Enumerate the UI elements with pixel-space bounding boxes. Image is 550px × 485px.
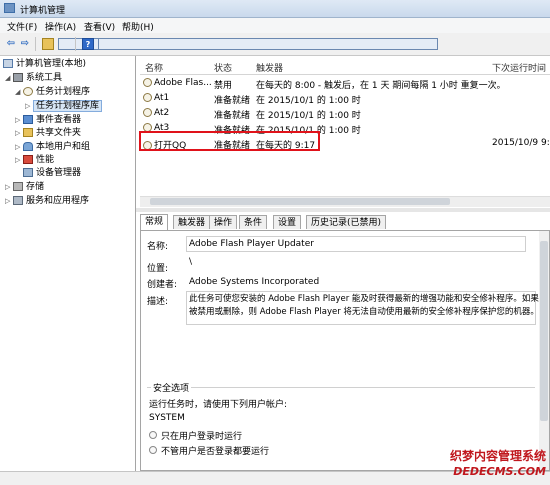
shared-folder-icon [23, 128, 33, 137]
device-manager-icon [23, 168, 33, 177]
tab-history[interactable]: 历史记录(已禁用) [306, 215, 387, 229]
description-text: 此任务可使您安装的 Adobe Flash Player 能及时获得最新的增强功… [189, 294, 539, 317]
help-icon[interactable]: ? [82, 38, 94, 50]
forward-arrow-icon[interactable]: ⇨ [19, 38, 31, 50]
event-viewer-icon [23, 115, 33, 124]
collapse-arrow-icon[interactable]: ◢ [5, 72, 13, 85]
title-bar: 计算机管理 [0, 0, 550, 18]
expand-arrow-icon[interactable]: ▷ [25, 100, 33, 113]
menu-help[interactable]: 帮助(H) [122, 20, 154, 33]
task-list-header: 名称 状态 触发器 下次运行时间 [140, 58, 550, 75]
expand-arrow-icon[interactable]: ▷ [15, 141, 23, 154]
task-clock-icon [143, 108, 152, 117]
horizontal-scrollbar[interactable] [140, 196, 550, 207]
collapse-arrow-icon[interactable]: ◢ [15, 86, 23, 99]
author-value: Adobe Systems Incorporated [189, 277, 320, 287]
expand-arrow-icon[interactable]: ▷ [15, 114, 23, 127]
location-label: 位置: [147, 264, 169, 274]
window-title: 计算机管理 [20, 6, 66, 16]
column-header-next-run[interactable]: 下次运行时间 [492, 61, 546, 74]
scrollbar-thumb[interactable] [540, 241, 548, 421]
toolbar-separator [35, 37, 36, 51]
toolbar-separator [75, 37, 76, 51]
column-header-name[interactable]: 名称 [145, 61, 163, 74]
panel-icon[interactable] [98, 38, 438, 50]
menu-view[interactable]: 查看(V) [84, 20, 115, 33]
option-run-logged-on[interactable]: 只在用户登录时运行 [161, 429, 242, 442]
watermark: 织梦内容管理系统 DEDECMS.COM [420, 445, 550, 484]
tab-triggers[interactable]: 触发器 [173, 215, 211, 229]
task-clock-icon [143, 78, 152, 87]
tab-conditions[interactable]: 条件 [239, 215, 268, 229]
radio-run-logged-on[interactable] [149, 431, 157, 439]
services-icon [13, 196, 23, 205]
option-run-always[interactable]: 不管用户是否登录都要运行 [161, 444, 269, 457]
tree-item-event-viewer[interactable]: ▷ 事件查看器 [15, 114, 81, 127]
performance-icon [23, 155, 33, 164]
tree-item-performance[interactable]: ▷ 性能 [15, 154, 54, 167]
tree-item-task-scheduler[interactable]: ◢ 任务计划程序 [15, 86, 90, 99]
watermark-line2: DEDECMS.COM [453, 465, 546, 478]
radio-run-always[interactable] [149, 446, 157, 454]
tree-item-local-users-groups[interactable]: ▷ 本地用户和组 [15, 141, 90, 154]
tree-item-device-manager[interactable]: 设备管理器 [23, 167, 81, 180]
tab-general[interactable]: 常规 [140, 214, 169, 230]
tools-icon [13, 73, 23, 82]
pane-divider[interactable] [136, 208, 550, 212]
tab-actions[interactable]: 操作 [209, 215, 238, 229]
task-row[interactable]: Adobe Flas... 禁用 在每天的 8:00 - 触发后，在 1 天 期… [140, 76, 550, 91]
watermark-line1: 织梦内容管理系统 [449, 449, 546, 463]
toolbar: ⇦ ⇨ ? [0, 33, 550, 56]
run-as-label: 运行任务时，请使用下列用户帐户: [149, 400, 288, 410]
name-label: 名称: [147, 242, 169, 252]
description-label: 描述: [147, 297, 169, 307]
author-label: 创建者: [147, 280, 178, 290]
tree-item-task-scheduler-library[interactable]: ▷ 任务计划程序库 [25, 100, 103, 113]
tree-item-shared-folders[interactable]: ▷ 共享文件夹 [15, 127, 81, 140]
task-clock-icon [143, 93, 152, 102]
vertical-scrollbar[interactable] [539, 231, 549, 470]
up-folder-icon[interactable] [42, 38, 54, 50]
name-value: Adobe Flash Player Updater [189, 239, 314, 249]
back-arrow-icon[interactable]: ⇦ [5, 38, 17, 50]
tree-item-system-tools[interactable]: ◢ 系统工具 [5, 72, 62, 85]
task-row[interactable]: At1 准备就绪 在 2015/10/1 的 1:00 时 [140, 91, 550, 106]
navigation-tree: 计算机管理(本地) ◢ 系统工具 ◢ 任务计划程序 ▷ 任务计划程序库 ▷ 事件查看器 … [0, 56, 136, 471]
expand-arrow-icon[interactable]: ▷ [15, 154, 23, 167]
storage-icon [13, 182, 23, 191]
tree-item-storage[interactable]: ▷ 存储 [5, 181, 44, 194]
expand-arrow-icon[interactable]: ▷ [5, 195, 13, 208]
run-as-user: SYSTEM [149, 413, 185, 423]
security-options-title: 安全选项 [151, 381, 192, 394]
menu-file[interactable]: 文件(F) [7, 20, 37, 33]
computer-icon [3, 59, 13, 68]
column-header-status[interactable]: 状态 [214, 61, 232, 74]
menu-bar: 文件(F) 操作(A) 查看(V) 帮助(H) [0, 18, 550, 33]
tree-item-services-applications[interactable]: ▷ 服务和应用程序 [5, 195, 89, 208]
scrollbar-thumb[interactable] [150, 198, 450, 205]
task-row[interactable]: At2 准备就绪 在 2015/10/1 的 1:00 时 [140, 106, 550, 121]
general-tab-panel: 名称: Adobe Flash Player Updater 位置: \ 创建者… [140, 230, 550, 471]
clock-icon [23, 87, 33, 96]
users-icon [23, 142, 33, 151]
detail-tabs: 常规 触发器 操作 条件 设置 历史记录(已禁用) [140, 214, 550, 230]
tab-settings[interactable]: 设置 [273, 215, 302, 229]
expand-arrow-icon[interactable]: ▷ [15, 127, 23, 140]
tree-item-computer-management[interactable]: 计算机管理(本地) [3, 58, 86, 71]
expand-arrow-icon[interactable]: ▷ [5, 181, 13, 194]
column-header-trigger[interactable]: 触发器 [256, 61, 283, 74]
location-value: \ [189, 257, 193, 267]
computer-management-icon [4, 3, 15, 13]
highlight-box [139, 131, 320, 151]
menu-action[interactable]: 操作(A) [45, 20, 76, 33]
